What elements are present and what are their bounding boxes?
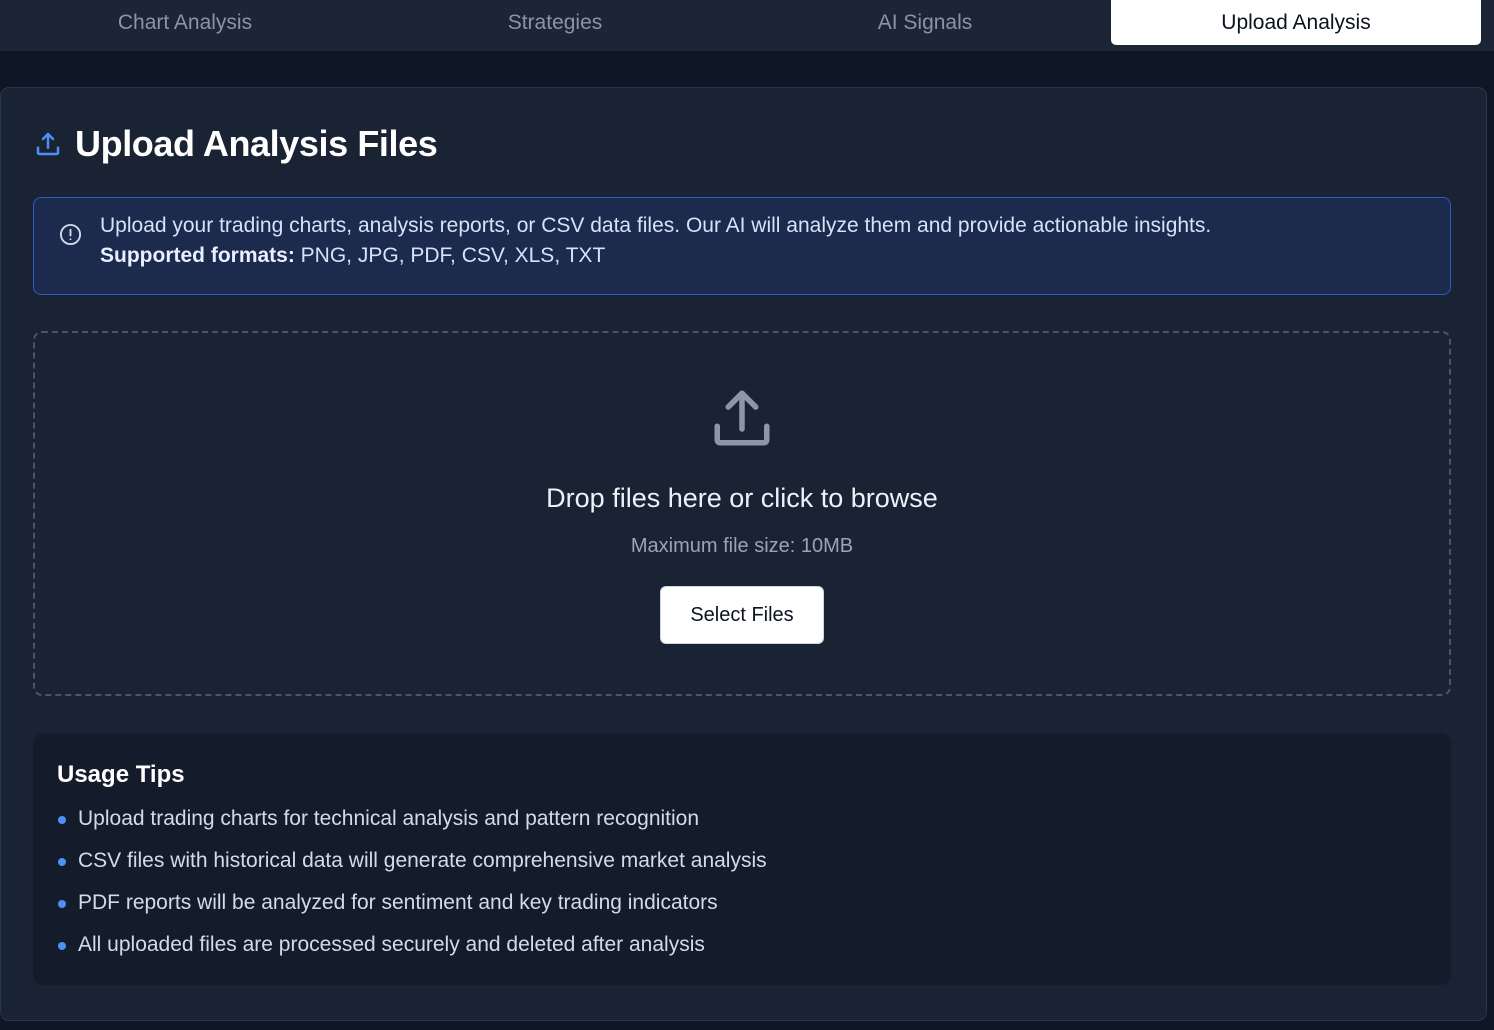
- tab-chart-analysis[interactable]: Chart Analysis: [0, 0, 370, 45]
- select-files-button[interactable]: Select Files: [660, 586, 824, 644]
- formats-label: Supported formats:: [100, 244, 295, 267]
- info-alert: Upload your trading charts, analysis rep…: [33, 197, 1451, 295]
- tab-upload-analysis[interactable]: Upload Analysis: [1111, 0, 1481, 45]
- usage-tips-panel: Usage Tips Upload trading charts for tec…: [33, 733, 1451, 985]
- page-header: Upload Analysis Files: [33, 122, 438, 166]
- dropzone-title: Drop files here or click to browse: [546, 483, 938, 513]
- usage-tips-list: Upload trading charts for technical anal…: [57, 805, 767, 973]
- tab-bar: Chart Analysis Strategies AI Signals Upl…: [0, 0, 1494, 51]
- list-item: PDF reports will be analyzed for sentime…: [57, 889, 767, 931]
- alert-message: Upload your trading charts, analysis rep…: [100, 214, 1212, 237]
- formats-value: PNG, JPG, PDF, CSV, XLS, TXT: [294, 244, 606, 267]
- upload-icon: [36, 132, 60, 156]
- info-circle-icon: [59, 223, 82, 246]
- list-item: Upload trading charts for technical anal…: [57, 805, 767, 847]
- tip-text: CSV files with historical data will gene…: [78, 849, 767, 872]
- usage-tips-title: Usage Tips: [57, 761, 185, 788]
- tab-strategies[interactable]: Strategies: [370, 0, 740, 45]
- tab-ai-signals[interactable]: AI Signals: [740, 0, 1110, 45]
- bullet-dot: [58, 942, 66, 950]
- dropzone-subtitle: Maximum file size: 10MB: [630, 535, 854, 557]
- list-item: CSV files with historical data will gene…: [57, 847, 767, 889]
- page-title: Upload Analysis Files: [75, 123, 438, 164]
- bullet-dot: [58, 900, 66, 908]
- tip-text: PDF reports will be analyzed for sentime…: [78, 891, 718, 914]
- file-dropzone[interactable]: Drop files here or click to browse Maxim…: [33, 331, 1451, 696]
- alert-formats: Supported formats: PNG, JPG, PDF, CSV, X…: [100, 244, 605, 268]
- bullet-dot: [58, 858, 66, 866]
- upload-card: Upload Analysis Files Upload your tradin…: [0, 87, 1487, 1021]
- tip-text: All uploaded files are processed securel…: [78, 933, 705, 956]
- tip-text: Upload trading charts for technical anal…: [78, 807, 700, 830]
- upload-icon: [714, 390, 770, 446]
- bullet-dot: [58, 816, 66, 824]
- list-item: All uploaded files are processed securel…: [57, 931, 767, 973]
